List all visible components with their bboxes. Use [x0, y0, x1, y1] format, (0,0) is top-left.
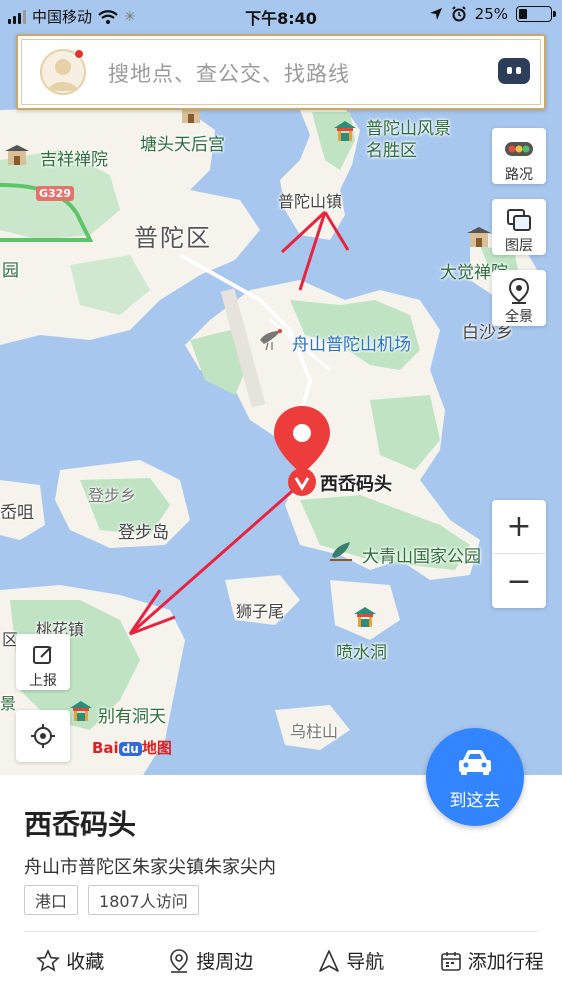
layers-button[interactable]: 图层: [492, 199, 546, 255]
layers-label: 图层: [505, 238, 533, 254]
highway-badge: G329: [36, 186, 74, 201]
navigation-arrow-icon: [319, 949, 340, 972]
bird-park-icon: [330, 542, 352, 561]
car-icon: [459, 750, 491, 775]
battery-percent: 25%: [474, 5, 508, 23]
notification-dot: [74, 49, 84, 59]
favorite-button[interactable]: 收藏: [0, 947, 141, 974]
pavilion-icon: [334, 121, 356, 141]
map-label-putuo-scenic-2[interactable]: 名胜区: [366, 136, 417, 161]
map-canvas[interactable]: [0, 0, 562, 800]
layers-icon: [507, 209, 531, 231]
alarm-icon: [451, 6, 466, 22]
place-title: 西岙码头: [24, 808, 137, 841]
zoom-in-button[interactable]: +: [492, 500, 546, 554]
tag-visits: 1807人访问: [88, 885, 199, 915]
map-label-dengbu-island[interactable]: 登步岛: [118, 518, 169, 543]
map-label-daqingshan[interactable]: 大青山国家公园: [362, 542, 481, 567]
pavilion-icon: [70, 701, 92, 721]
search-input[interactable]: 搜地点、查公交、找路线: [108, 58, 350, 88]
locate-button[interactable]: [16, 710, 70, 762]
location-search-icon: [170, 948, 189, 973]
report-label: 上报: [29, 673, 57, 689]
search-bar[interactable]: 搜地点、查公交、找路线: [16, 34, 546, 110]
map-label-yuan[interactable]: 园: [2, 256, 19, 281]
voice-assistant-icon[interactable]: [498, 58, 530, 84]
map-label-jing[interactable]: 景: [0, 690, 16, 714]
star-icon: [36, 948, 61, 972]
map-label-putuo-town[interactable]: 普陀山镇: [278, 188, 342, 212]
panorama-label: 全景: [505, 309, 533, 325]
map-label-wuzhu[interactable]: 乌柱山: [290, 718, 338, 742]
locate-crosshair-icon: [31, 724, 55, 748]
temple-icon: [5, 145, 29, 165]
place-tags: 港口 1807人访问: [24, 885, 199, 915]
map-label-xiaoju[interactable]: 岙咀: [0, 498, 34, 523]
status-bar: 中国移动 ✳ 下午8:40 25%: [0, 0, 562, 32]
traffic-light-icon: [505, 142, 533, 156]
location-arrow-icon: [429, 8, 442, 20]
temple-icon: [467, 227, 491, 247]
go-here-label: 到这去: [449, 791, 501, 811]
selected-poi-label[interactable]: 西岙码头: [320, 470, 392, 496]
traffic-button[interactable]: 路况: [492, 128, 546, 184]
pavilion-icon: [354, 607, 376, 627]
go-here-button[interactable]: 到这去: [426, 728, 524, 826]
traffic-label: 路况: [505, 167, 533, 183]
panorama-pin-icon: [508, 277, 530, 304]
divider: [24, 931, 538, 932]
map-label-penshui[interactable]: 喷水洞: [336, 638, 387, 663]
airport-crane-icon: [260, 329, 282, 351]
map-label-shizi[interactable]: 狮子尾: [236, 598, 284, 622]
map-label-jixiang-temple[interactable]: 吉祥禅院: [40, 145, 108, 170]
zoom-out-button[interactable]: −: [492, 554, 546, 608]
map-label-dengbu-town[interactable]: 登步乡: [88, 482, 136, 506]
action-bar: 收藏 搜周边 导航 添加行程: [0, 947, 562, 974]
edit-icon: [33, 646, 52, 664]
map-label-airport[interactable]: 舟山普陀山机场: [292, 330, 411, 355]
zoom-control: + −: [492, 500, 546, 608]
panorama-button[interactable]: 全景: [492, 270, 546, 326]
battery-icon: [516, 6, 556, 22]
baidu-logo: Bai du 地图: [92, 739, 172, 757]
calendar-icon: [440, 951, 461, 971]
map-label-bieyou[interactable]: 别有洞天: [98, 702, 166, 727]
add-trip-button[interactable]: 添加行程: [422, 947, 562, 974]
place-address: 舟山市普陀区朱家尖镇朱家尖内: [24, 857, 276, 878]
map-label-putuo-district[interactable]: 普陀区: [134, 218, 212, 253]
search-nearby-button[interactable]: 搜周边: [141, 947, 282, 974]
report-button[interactable]: 上报: [16, 634, 70, 690]
navigate-button[interactable]: 导航: [281, 947, 422, 974]
map-label-tangtou-temple[interactable]: 塘头天后宫: [140, 130, 225, 155]
tag-category: 港口: [24, 885, 79, 915]
map-view[interactable]: 普陀山风景 名胜区 塘头天后宫 吉祥禅院 G329 普陀山镇 普陀区 大觉禅院 …: [0, 0, 562, 800]
